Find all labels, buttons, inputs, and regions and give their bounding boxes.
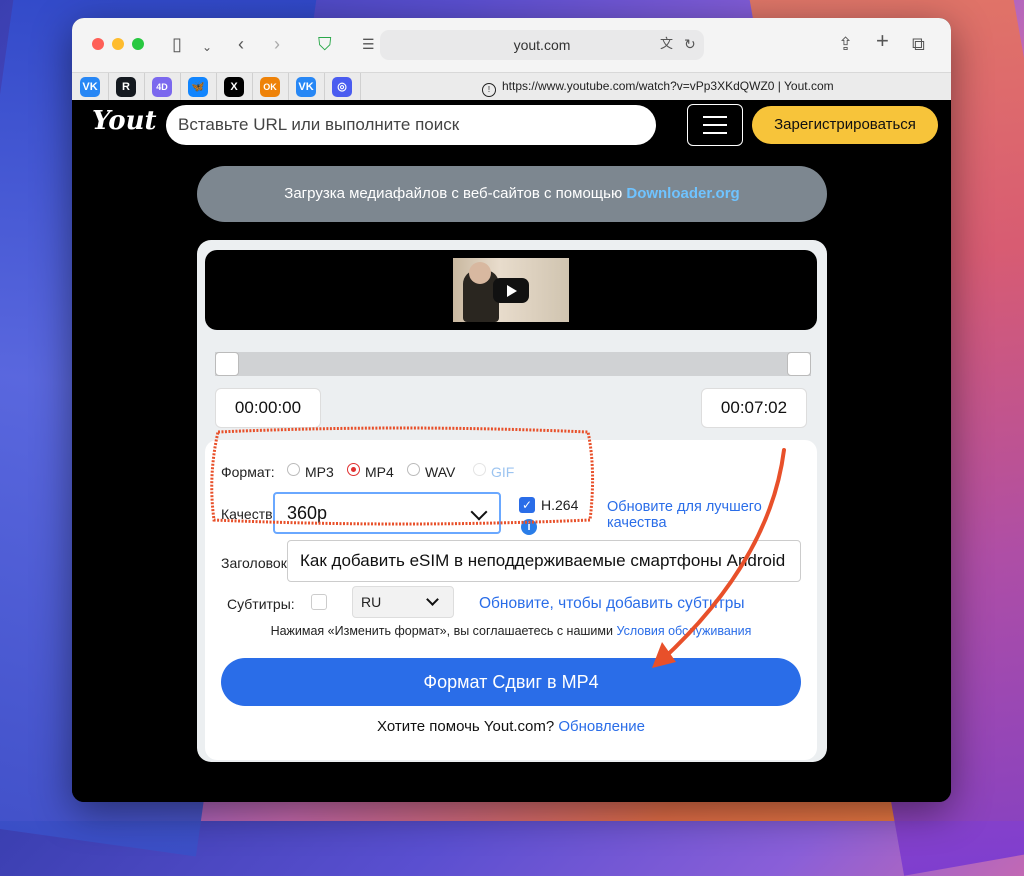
help-upgrade-link[interactable]: Обновление (558, 718, 645, 735)
address-bar[interactable]: yout.com (380, 30, 704, 60)
info-icon[interactable]: i (521, 519, 537, 535)
vk-icon[interactable]: VK (296, 77, 316, 97)
format-option-mp4[interactable]: MP4 (365, 464, 394, 480)
tabs-overview-icon[interactable]: ⧉ (912, 34, 925, 54)
format-label: Формат: (221, 464, 275, 480)
register-button[interactable]: Зарегистрироваться (752, 106, 938, 144)
subtitles-language-value: RU (361, 594, 382, 610)
share-icon[interactable]: ⇪ (838, 34, 853, 54)
converter-card: 00:00:00 00:07:02 Формат: MP3 MP4 WAV GI… (197, 240, 827, 762)
terms-text: Нажимая «Изменить формат», вы соглашаете… (270, 624, 617, 638)
quality-label: Качество (221, 506, 281, 522)
start-time-input[interactable]: 00:00:00 (215, 388, 321, 428)
person-face (469, 262, 491, 284)
chevron-down-icon (426, 593, 439, 606)
search-placeholder: Вставьте URL или выполните поиск (178, 115, 460, 134)
minimize-window-button[interactable] (112, 38, 124, 50)
rutube-icon[interactable]: R (116, 77, 136, 97)
tab-title-text: https://www.youtube.com/watch?v=vPp3XKdQ… (502, 79, 834, 93)
video-preview (205, 250, 817, 330)
app-circle-icon[interactable]: ◎ (332, 77, 352, 97)
reload-icon[interactable]: ↻ (684, 34, 696, 54)
upgrade-quality-link[interactable]: Обновите для лучшего качества (607, 499, 797, 531)
yout-logo[interactable]: Yout (92, 106, 157, 136)
end-time-input[interactable]: 00:07:02 (701, 388, 807, 428)
title-label: Заголовок (221, 555, 287, 571)
page-content: Yout Вставьте URL или выполните поиск За… (72, 100, 951, 802)
subtitles-language-select[interactable]: RU (352, 586, 454, 618)
title-input[interactable]: Как добавить eSIM в неподдерживаемые сма… (287, 540, 801, 582)
h264-checkbox[interactable]: ✓ (519, 497, 535, 513)
active-tab[interactable]: ! https://www.youtube.com/watch?v=vPp3XKd… (482, 79, 834, 97)
close-window-button[interactable] (92, 38, 104, 50)
shield-icon[interactable]: ⛉ (318, 34, 332, 54)
chevron-down-icon (470, 503, 488, 521)
banner-link[interactable]: Downloader.org (626, 185, 739, 202)
sidebar-icon[interactable]: ▯ (172, 34, 182, 54)
favorites-bar: VK R 4D 🦋 X OK VK ◎ ! https://www.youtube… (72, 72, 951, 102)
convert-button[interactable]: Формат Сдвиг в MP4 (221, 658, 801, 706)
format-radio-gif[interactable] (473, 463, 486, 476)
help-notice: Хотите помочь Yout.com? Обновление (205, 718, 817, 735)
h264-label: H.264 (541, 497, 579, 513)
quality-value: 360p (287, 503, 328, 523)
format-radio-mp3[interactable] (287, 463, 300, 476)
trim-end-handle[interactable] (787, 352, 811, 376)
terms-notice: Нажимая «Изменить формат», вы соглашаете… (205, 624, 817, 638)
format-option-wav[interactable]: WAV (425, 464, 455, 480)
app-4d-icon[interactable]: 4D (152, 77, 172, 97)
forward-icon[interactable]: › (274, 34, 280, 54)
format-radio-mp4[interactable] (347, 463, 360, 476)
quality-select[interactable]: 360p (273, 492, 501, 534)
browser-toolbar: ▯ ⌄ ‹ › ⛉ yout.com ☰ 文 ↻ ⇪ + ⧉ (72, 18, 951, 72)
format-option-gif[interactable]: GIF (491, 464, 514, 480)
pin-icon: ! (482, 83, 496, 97)
subtitles-checkbox[interactable] (311, 594, 327, 610)
play-icon[interactable] (493, 278, 529, 303)
chevron-down-icon[interactable]: ⌄ (202, 37, 212, 57)
banner-text: Загрузка медиафайлов с веб-сайтов с помо… (284, 185, 627, 202)
translate-icon[interactable]: 文 (660, 34, 673, 54)
help-text: Хотите помочь Yout.com? (376, 718, 559, 735)
new-tab-icon[interactable]: + (876, 30, 889, 52)
hamburger-menu-button[interactable] (687, 104, 743, 146)
format-options-panel: Формат: MP3 MP4 WAV GIF Качество 360p ✓ … (205, 440, 817, 760)
back-icon[interactable]: ‹ (238, 34, 244, 54)
trim-start-handle[interactable] (215, 352, 239, 376)
format-radio-wav[interactable] (407, 463, 420, 476)
search-input[interactable]: Вставьте URL или выполните поиск (166, 105, 656, 145)
subtitles-label: Субтитры: (227, 596, 295, 612)
zoom-window-button[interactable] (132, 38, 144, 50)
vk-icon[interactable]: VK (80, 77, 100, 97)
format-option-mp3[interactable]: MP3 (305, 464, 334, 480)
bluesky-icon[interactable]: 🦋 (188, 77, 208, 97)
terms-link[interactable]: Условия обслуживания (616, 624, 751, 638)
address-text: yout.com (513, 37, 571, 53)
reader-icon[interactable]: ☰ (362, 34, 375, 54)
trim-slider-track[interactable] (215, 352, 811, 376)
subtitles-upgrade-link[interactable]: Обновите, чтобы добавить субтитры (479, 595, 744, 613)
video-thumbnail[interactable] (453, 258, 569, 322)
x-icon[interactable]: X (224, 77, 244, 97)
downloader-banner[interactable]: Загрузка медиафайлов с веб-сайтов с помо… (197, 166, 827, 222)
browser-window: ▯ ⌄ ‹ › ⛉ yout.com ☰ 文 ↻ ⇪ + ⧉ VK R 4D 🦋… (72, 18, 951, 802)
odnoklassniki-icon[interactable]: OK (260, 77, 280, 97)
